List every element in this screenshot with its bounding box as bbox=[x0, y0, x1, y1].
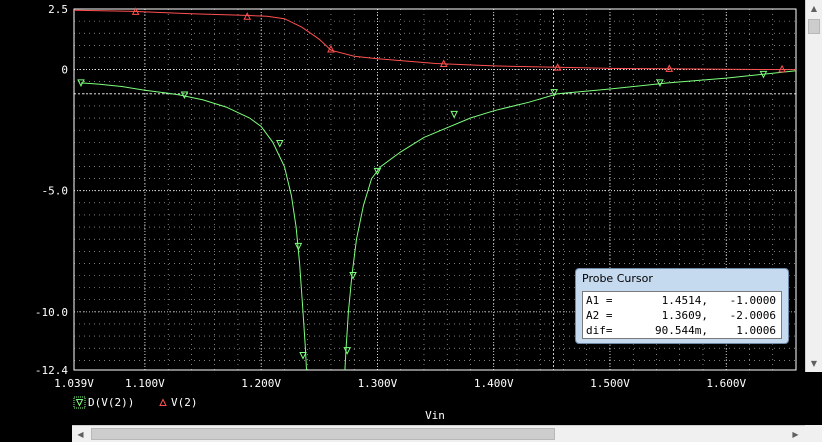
x-axis-title: Vin bbox=[425, 409, 445, 422]
series-dv2-marker bbox=[180, 91, 189, 100]
probe-row-x: 1.3609, bbox=[661, 309, 708, 322]
scroll-up-button[interactable]: ▲ bbox=[806, 0, 822, 17]
probe-row-x: 90.544m, bbox=[655, 324, 708, 337]
scroll-right-icon: ▶ bbox=[792, 429, 799, 439]
series-v2-marker bbox=[243, 12, 252, 20]
series-v2-line bbox=[73, 9, 797, 71]
scrollbar-corner bbox=[805, 425, 822, 442]
x-tick-label: 1.400V bbox=[474, 377, 514, 390]
probe-cursor-window[interactable]: Probe Cursor A1 = 1.4514, -1.0000 A2 = 1… bbox=[575, 268, 789, 344]
series-dv2-marker bbox=[349, 272, 357, 280]
vertical-scrollbar[interactable]: ▲ ▼ bbox=[805, 0, 822, 372]
vertical-scroll-thumb[interactable] bbox=[808, 19, 820, 34]
probe-row-a1: A1 = 1.4514, -1.0000 bbox=[586, 293, 778, 308]
series-dv2-marker bbox=[343, 347, 352, 355]
probe-row-dif: dif= 90.544m, 1.0006 bbox=[586, 323, 778, 338]
legend-v2-label[interactable]: V(2) bbox=[171, 396, 198, 409]
probe-row-y: 1.0006 bbox=[736, 324, 776, 337]
x-tick-label: 1.200V bbox=[241, 377, 281, 390]
scroll-right-button[interactable]: ▶ bbox=[787, 426, 804, 442]
probe-row-label: A1 = bbox=[586, 294, 613, 307]
scrollbar-gap bbox=[805, 372, 822, 425]
scroll-left-button[interactable]: ◀ bbox=[72, 426, 89, 442]
y-tick-label: -10.0 bbox=[35, 306, 68, 319]
legend-dv2-marker bbox=[75, 399, 84, 407]
x-tick-label: 1.039V bbox=[54, 377, 94, 390]
series-v2-marker bbox=[327, 44, 335, 53]
legend-v2-marker bbox=[159, 398, 167, 406]
scroll-down-button[interactable]: ▼ bbox=[806, 355, 822, 372]
probe-row-label: dif= bbox=[586, 324, 613, 337]
probe-row-y: -1.0000 bbox=[729, 294, 776, 307]
x-tick-label: 1.600V bbox=[706, 377, 746, 390]
horizontal-scroll-thumb[interactable] bbox=[91, 428, 555, 440]
horizontal-scrollbar[interactable]: ◀ ▶ bbox=[72, 425, 805, 442]
probe-row-label: A2 = bbox=[586, 309, 613, 322]
y-tick-label: 0 bbox=[61, 64, 68, 77]
probe-row-y: -2.0006 bbox=[729, 309, 776, 322]
probe-row-a2: A2 = 1.3609, -2.0006 bbox=[586, 308, 778, 323]
series-dv2-marker bbox=[656, 79, 664, 88]
probe-cursor-readout: A1 = 1.4514, -1.0000 A2 = 1.3609, -2.000… bbox=[582, 291, 782, 339]
plot-area[interactable]: 2.5 0 -5.0 -10.0 -12.4 1.039V 1.100V 1.200V 1.30… bbox=[0, 0, 805, 425]
probe-row-x: 1.4514, bbox=[661, 294, 708, 307]
y-tick-label: 2.5 bbox=[48, 3, 68, 16]
x-tick-label: 1.300V bbox=[358, 377, 398, 390]
hscroll-spacer bbox=[0, 425, 72, 442]
scroll-up-icon: ▲ bbox=[810, 4, 818, 13]
scroll-left-icon: ◀ bbox=[77, 429, 84, 439]
legend-dv2-label[interactable]: D(V(2)) bbox=[88, 396, 134, 409]
series-dv2-marker bbox=[275, 139, 284, 148]
x-tick-label: 1.500V bbox=[590, 377, 630, 390]
probe-plot[interactable]: 2.5 0 -5.0 -10.0 -12.41.039V 1.100V 1.200V 1.30… bbox=[0, 0, 805, 425]
series-dv2-marker bbox=[450, 110, 458, 119]
y-tick-label: -5.0 bbox=[42, 185, 69, 198]
series-v2-marker bbox=[778, 64, 786, 73]
scroll-down-icon: ▼ bbox=[810, 359, 818, 368]
probe-cursor-title: Probe Cursor bbox=[582, 272, 653, 285]
series-dv2-left-branch bbox=[80, 82, 307, 371]
y-tick-label: -12.4 bbox=[35, 364, 68, 377]
series-dv2-marker bbox=[299, 351, 307, 360]
x-tick-label: 1.100V bbox=[125, 377, 165, 390]
